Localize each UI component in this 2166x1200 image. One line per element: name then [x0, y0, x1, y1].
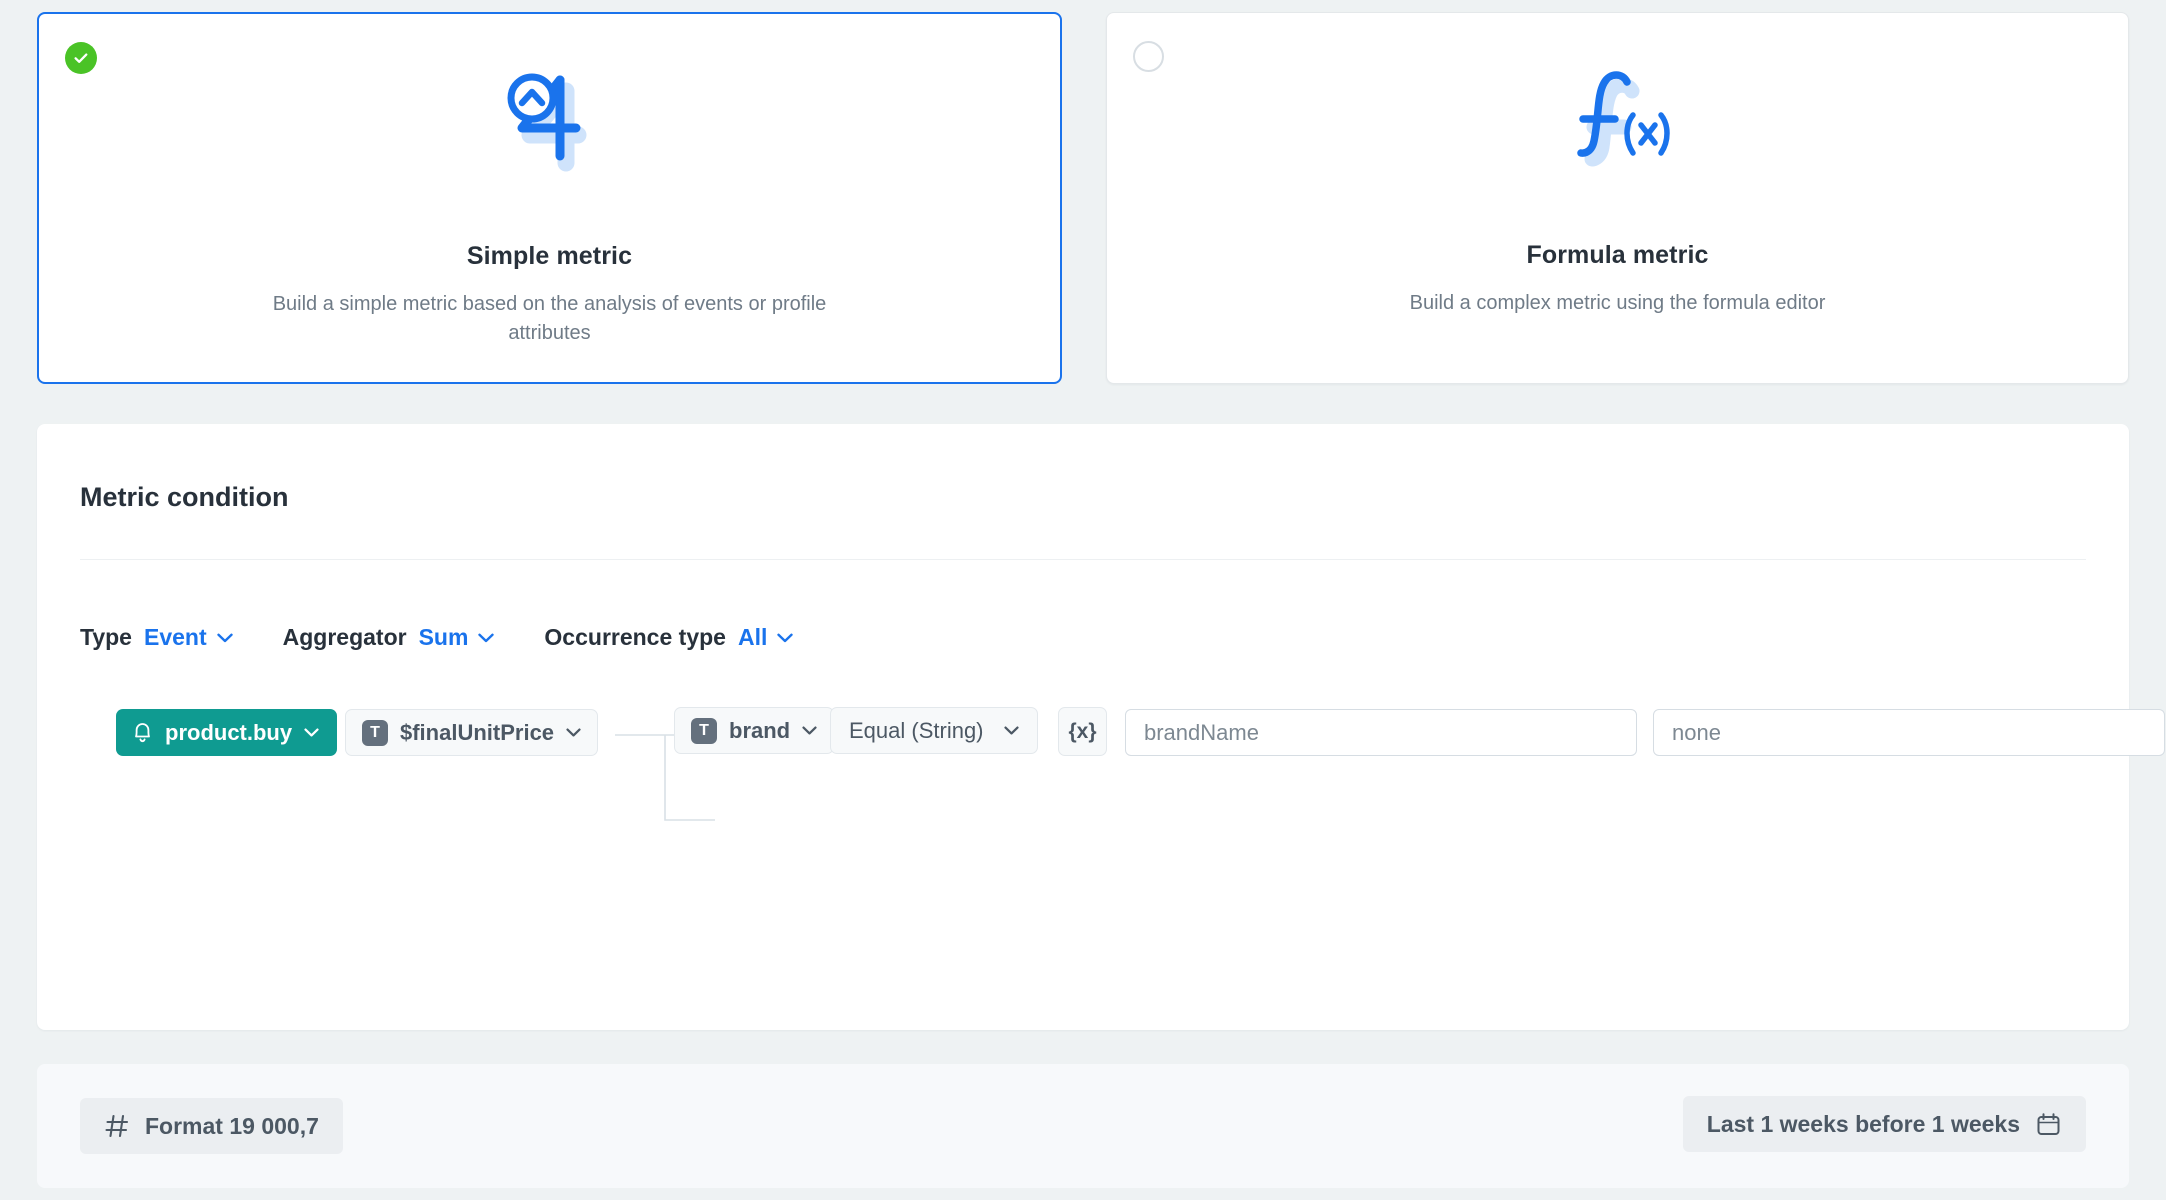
radio-empty-icon — [1133, 41, 1164, 72]
card-description: Build a complex metric using the formula… — [1238, 289, 1998, 318]
chevron-down-icon — [478, 633, 494, 643]
selector-aggregator-label: Aggregator — [283, 624, 407, 651]
selector-type-label: Type — [80, 624, 132, 651]
formula-fx-icon — [1107, 69, 2128, 169]
selector-aggregator-value-text: Sum — [419, 624, 469, 651]
where-attribute-label: brand — [729, 718, 790, 744]
selector-occurrence-type: Occurrence type All — [544, 624, 793, 651]
value-input[interactable] — [1125, 709, 1637, 756]
metric-condition-panel: Metric condition Type Event Aggregator — [37, 424, 2129, 1030]
operator-selector-label: Equal (String) — [849, 718, 984, 744]
calendar-icon — [2035, 1111, 2062, 1138]
chevron-down-icon — [777, 633, 793, 643]
attribute-selector-label: $finalUnitPrice — [400, 720, 554, 746]
operator-selector-pill[interactable]: Equal (String) — [830, 707, 1038, 754]
condition-selectors: Type Event Aggregator Sum — [80, 624, 793, 651]
metric-type-card-group: Simple metric Build a simple metric base… — [37, 12, 2129, 384]
date-range-chip-label: Last 1 weeks before 1 weeks — [1707, 1111, 2020, 1138]
selector-type-value[interactable]: Event — [144, 624, 233, 651]
chevron-down-icon — [304, 728, 319, 737]
chevron-down-icon — [1004, 726, 1019, 735]
divider — [80, 559, 2086, 560]
card-title: Formula metric — [1107, 241, 2128, 270]
format-chip[interactable]: Format 19 000,7 — [80, 1098, 343, 1154]
bell-icon — [132, 721, 153, 744]
attribute-selector-pill[interactable]: T $finalUnitPrice — [345, 709, 598, 756]
card-title: Simple metric — [39, 242, 1060, 271]
date-range-chip[interactable]: Last 1 weeks before 1 weeks — [1683, 1096, 2086, 1152]
variable-icon-button[interactable]: {x} — [1058, 707, 1107, 756]
selector-aggregator: Aggregator Sum — [283, 624, 495, 651]
where-attribute-pill[interactable]: T brand — [674, 707, 834, 754]
text-type-icon: T — [691, 718, 717, 744]
number-four-icon — [39, 70, 1060, 170]
metric-type-card-formula[interactable]: Formula metric Build a complex metric us… — [1106, 12, 2129, 384]
chevron-down-icon — [217, 633, 233, 643]
panel-title: Metric condition — [80, 482, 289, 513]
selector-type: Type Event — [80, 624, 233, 651]
hash-icon — [104, 1113, 130, 1139]
event-selector-label: product.buy — [165, 720, 292, 746]
text-type-icon: T — [362, 720, 388, 746]
secondary-value-input[interactable] — [1653, 709, 2165, 756]
chevron-down-icon — [566, 728, 581, 737]
condition-builder-row: product.buy T $finalUnitPrice — [37, 700, 2129, 830]
selector-type-value-text: Event — [144, 624, 207, 651]
event-selector-pill[interactable]: product.buy — [116, 709, 337, 756]
chevron-down-icon — [802, 726, 817, 735]
selector-occurrence-type-label: Occurrence type — [544, 624, 726, 651]
metric-builder-page: Simple metric Build a simple metric base… — [0, 0, 2166, 1200]
selector-occurrence-type-value-text: All — [738, 624, 767, 651]
selector-occurrence-type-value[interactable]: All — [738, 624, 793, 651]
variable-icon: {x} — [1068, 720, 1096, 744]
format-chip-label: Format 19 000,7 — [145, 1113, 319, 1140]
selector-aggregator-value[interactable]: Sum — [419, 624, 495, 651]
card-description: Build a simple metric based on the analy… — [270, 290, 830, 348]
metric-type-card-simple[interactable]: Simple metric Build a simple metric base… — [37, 12, 1062, 384]
bottom-bar: Format 19 000,7 Last 1 weeks before 1 we… — [37, 1064, 2129, 1188]
